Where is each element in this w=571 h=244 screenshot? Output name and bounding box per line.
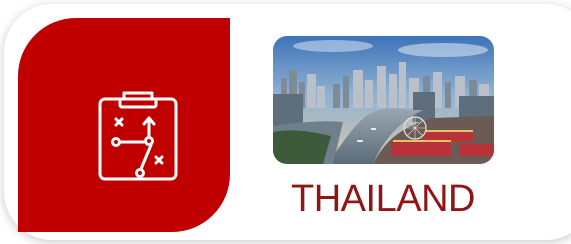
icon-panel [18,18,230,232]
strategy-clipboard-icon [98,91,178,181]
thailand-card-page: THAILAND [0,0,571,244]
bangkok-city-photo [273,36,494,164]
country-title: THAILAND [291,178,475,220]
